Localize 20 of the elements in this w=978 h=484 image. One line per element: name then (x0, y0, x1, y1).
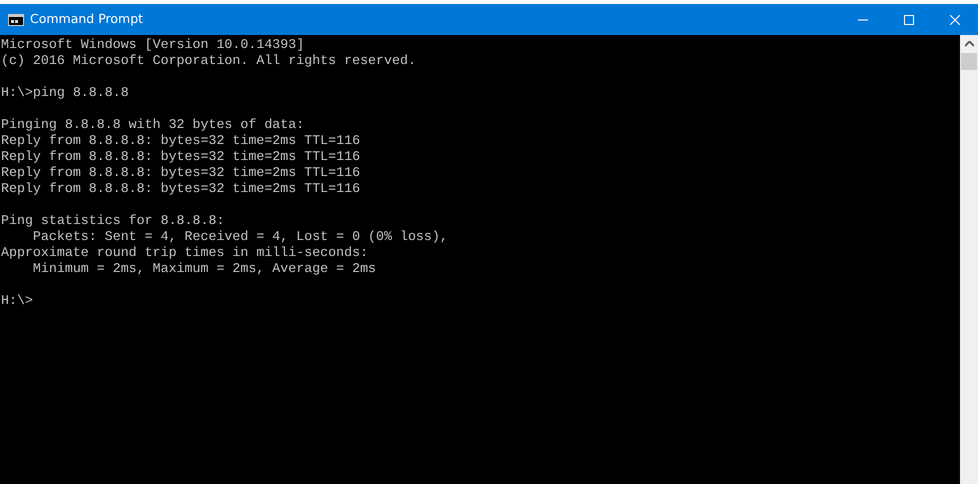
console-icon (8, 14, 24, 26)
console-line: (c) 2016 Microsoft Corporation. All rights reserved. (1, 53, 416, 69)
console-line: Reply from 8.8.8.8: bytes=32 time=2ms TTL=116 (1, 181, 360, 197)
console-line: Pinging 8.8.8.8 with 32 bytes of data: (1, 117, 304, 133)
console-line: H:\> (1, 293, 33, 309)
console-line: H:\>ping 8.8.8.8 (1, 85, 129, 101)
window-title: Command Prompt (30, 10, 144, 28)
console-line: Reply from 8.8.8.8: bytes=32 time=2ms TTL=116 (1, 133, 360, 149)
console-line: Packets: Sent = 4, Received = 4, Lost = 0 (0% loss), (32, 229, 448, 245)
console-line: Reply from 8.8.8.8: bytes=32 time=2ms TTL=116 (1, 149, 360, 165)
scroll-thumb[interactable] (961, 53, 977, 70)
scroll-up-icon[interactable] (964, 41, 974, 47)
console-line: Reply from 8.8.8.8: bytes=32 time=2ms TTL=116 (1, 165, 360, 181)
scrollbar[interactable] (960, 35, 978, 484)
close-icon (950, 14, 960, 24)
console-line: Microsoft Windows [Version 10.0.14393] (1, 37, 304, 53)
console-line: Approximate round trip times in milli-seconds: (1, 245, 368, 261)
console-line: Minimum = 2ms, Maximum = 2ms, Average = 2ms (32, 261, 376, 277)
console-line: Ping statistics for 8.8.8.8: (1, 213, 224, 229)
maximize-icon (904, 14, 914, 24)
